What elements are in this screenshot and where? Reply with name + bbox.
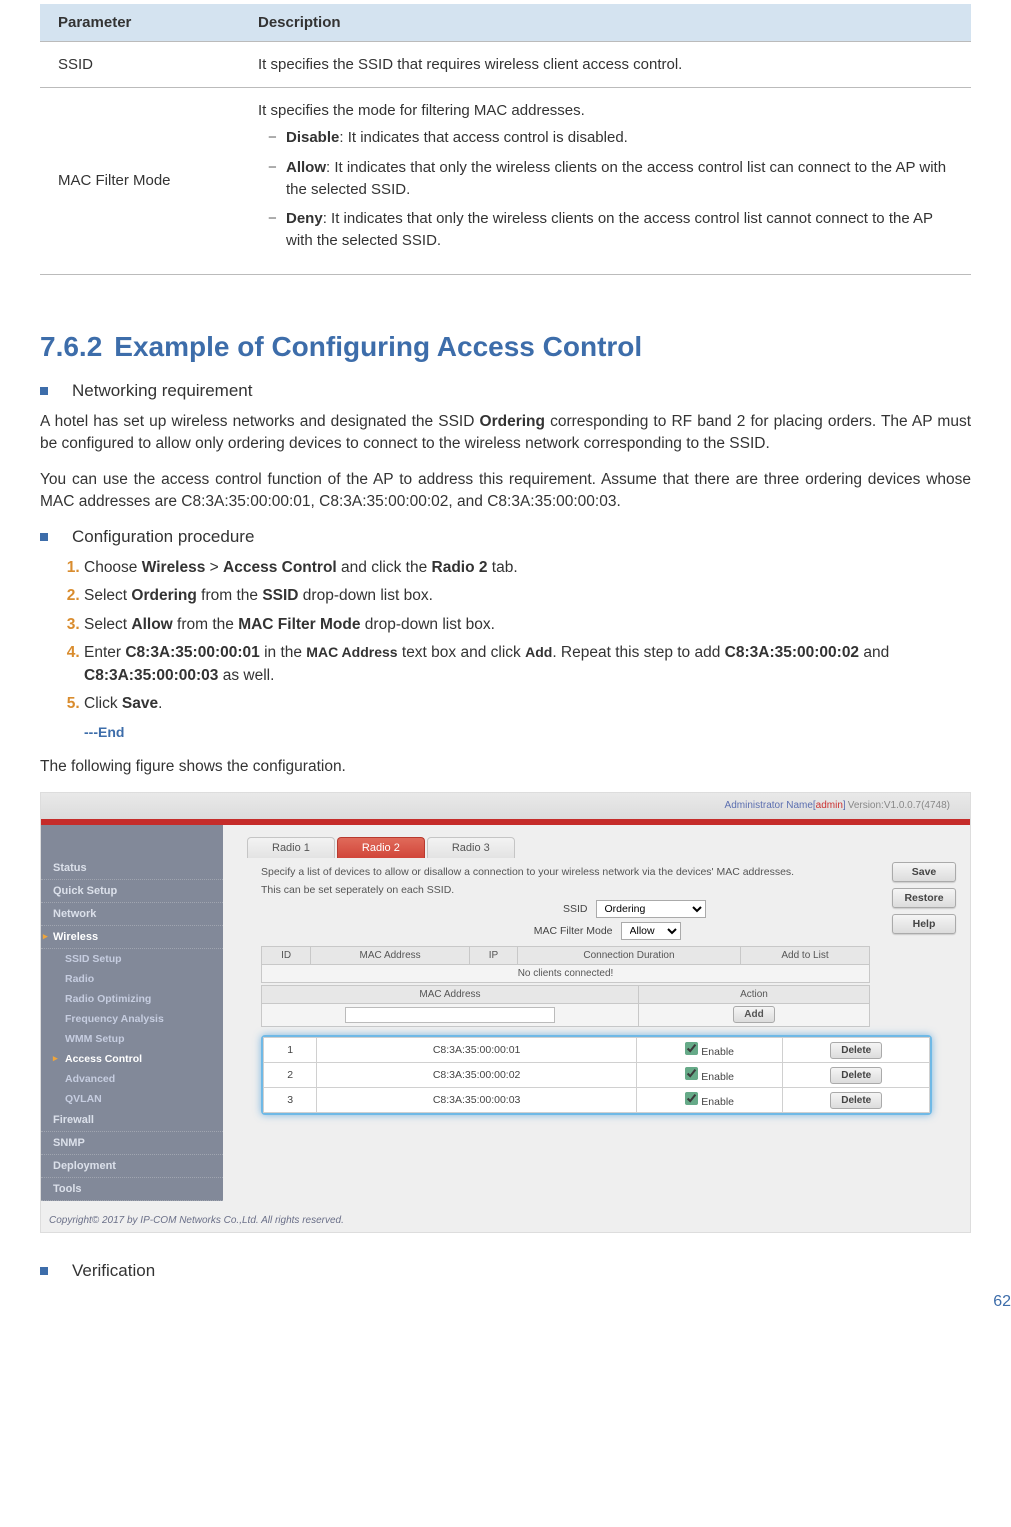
- mac-filter-mode-select[interactable]: Allow: [621, 922, 681, 940]
- config-screenshot: Administrator Name[admin]Version:V1.0.0.…: [40, 792, 971, 1233]
- page-number: 62: [993, 1293, 1011, 1311]
- cell-desc: It specifies the SSID that requires wire…: [240, 42, 971, 88]
- delete-button[interactable]: Delete: [830, 1042, 882, 1059]
- tab-radio-3[interactable]: Radio 3: [427, 837, 515, 858]
- th-add-to-list: Add to List: [740, 946, 869, 964]
- cell-param: MAC Filter Mode: [40, 88, 240, 275]
- tab-radio-2[interactable]: Radio 2: [337, 837, 425, 858]
- ui-header-bar: Administrator Name[admin]Version:V1.0.0.…: [41, 793, 970, 819]
- th-mac-address: MAC Address: [262, 985, 639, 1003]
- sidebar-item-ssid-setup[interactable]: SSID Setup: [41, 949, 223, 969]
- sidebar-item-network[interactable]: Network: [41, 903, 223, 926]
- table-row: 3 C8:3A:35:00:00:03 Enable Delete: [264, 1087, 930, 1112]
- sidebar-item-access-control[interactable]: Access Control: [41, 1049, 223, 1069]
- table-row: 2 C8:3A:35:00:00:02 Enable Delete: [264, 1062, 930, 1087]
- ssid-select[interactable]: Ordering: [596, 900, 706, 918]
- sidebar-item-tools[interactable]: Tools: [41, 1178, 223, 1201]
- mode-list: Disable: It indicates that access contro…: [258, 127, 953, 252]
- square-bullet-icon: [40, 387, 48, 395]
- panel-description: Specify a list of devices to allow or di…: [261, 866, 956, 878]
- section-number: 7.6.2: [40, 331, 102, 362]
- list-item: Allow: It indicates that only the wirele…: [286, 157, 953, 201]
- action-buttons: Save Restore Help: [892, 862, 956, 934]
- mac-list-table: 1 C8:3A:35:00:00:01 Enable Delete 2 C8:3…: [263, 1037, 930, 1113]
- sidebar-item-wmm-setup[interactable]: WMM Setup: [41, 1029, 223, 1049]
- list-item: Deny: It indicates that only the wireles…: [286, 208, 953, 252]
- step: Choose Wireless > Access Control and cli…: [84, 557, 971, 579]
- sidebar-item-radio-optimizing[interactable]: Radio Optimizing: [41, 989, 223, 1009]
- th-parameter: Parameter: [40, 4, 240, 42]
- no-clients-message: No clients connected!: [262, 964, 870, 982]
- table-row: SSID It specifies the SSID that requires…: [40, 42, 971, 88]
- step: Enter C8:3A:35:00:00:01 in the MAC Addre…: [84, 642, 971, 687]
- save-button[interactable]: Save: [892, 862, 956, 882]
- subhead-verification: Verification: [40, 1261, 971, 1281]
- table-row: 1 C8:3A:35:00:00:01 Enable Delete: [264, 1037, 930, 1062]
- square-bullet-icon: [40, 533, 48, 541]
- parameter-table: Parameter Description SSID It specifies …: [40, 4, 971, 275]
- list-item: Disable: It indicates that access contro…: [286, 127, 953, 149]
- step: Click Save.: [84, 693, 971, 715]
- enable-checkbox[interactable]: [685, 1067, 698, 1080]
- paragraph: You can use the access control function …: [40, 469, 971, 513]
- subhead-procedure: Configuration procedure: [40, 527, 971, 547]
- sidebar-item-firewall[interactable]: Firewall: [41, 1109, 223, 1132]
- sidebar-item-qvlan[interactable]: QVLAN: [41, 1089, 223, 1109]
- mac-input-cell: [262, 1003, 639, 1026]
- mac-address-input[interactable]: [345, 1007, 555, 1023]
- sidebar-item-frequency-analysis[interactable]: Frequency Analysis: [41, 1009, 223, 1029]
- mode-label: MAC Filter Mode: [513, 925, 613, 937]
- desc-intro: It specifies the mode for filtering MAC …: [258, 102, 585, 119]
- th-id: ID: [262, 946, 311, 964]
- end-marker: ---End: [84, 724, 971, 740]
- th-description: Description: [240, 4, 971, 42]
- delete-button[interactable]: Delete: [830, 1067, 882, 1084]
- mac-header-table: MAC Address Action Add: [261, 985, 870, 1027]
- sidebar-item-wireless[interactable]: Wireless: [41, 926, 223, 949]
- table-row: MAC Filter Mode It specifies the mode fo…: [40, 88, 971, 275]
- paragraph: A hotel has set up wireless networks and…: [40, 411, 971, 455]
- mac-list-highlight: 1 C8:3A:35:00:00:01 Enable Delete 2 C8:3…: [261, 1035, 932, 1115]
- enable-checkbox[interactable]: [685, 1042, 698, 1055]
- delete-button[interactable]: Delete: [830, 1092, 882, 1109]
- copyright-footer: Copyright© 2017 by IP-COM Networks Co.,L…: [41, 1201, 970, 1232]
- add-button[interactable]: Add: [733, 1006, 774, 1023]
- tab-radio-1[interactable]: Radio 1: [247, 837, 335, 858]
- ssid-label: SSID: [488, 903, 588, 915]
- section-title: Example of Configuring Access Control: [114, 331, 642, 362]
- enable-checkbox[interactable]: [685, 1092, 698, 1105]
- th-action: Action: [638, 985, 869, 1003]
- subhead-networking: Networking requirement: [40, 381, 971, 401]
- cell-param: SSID: [40, 42, 240, 88]
- step: Select Ordering from the SSID drop-down …: [84, 585, 971, 607]
- clients-table: ID MAC Address IP Connection Duration Ad…: [261, 946, 870, 983]
- restore-button[interactable]: Restore: [892, 888, 956, 908]
- panel-description: This can be set seperately on each SSID.: [261, 884, 956, 896]
- square-bullet-icon: [40, 1267, 48, 1275]
- help-button[interactable]: Help: [892, 914, 956, 934]
- sidebar-item-status[interactable]: Status: [41, 857, 223, 880]
- step: Select Allow from the MAC Filter Mode dr…: [84, 614, 971, 636]
- sidebar-item-advanced[interactable]: Advanced: [41, 1069, 223, 1089]
- section-heading: 7.6.2 Example of Configuring Access Contr…: [40, 331, 971, 363]
- steps-list: Choose Wireless > Access Control and cli…: [60, 557, 971, 716]
- paragraph: The following figure shows the configura…: [40, 756, 971, 778]
- sidebar: Status Quick Setup Network Wireless SSID…: [41, 825, 223, 1201]
- th-ip: IP: [469, 946, 517, 964]
- sidebar-item-radio[interactable]: Radio: [41, 969, 223, 989]
- sidebar-item-quick-setup[interactable]: Quick Setup: [41, 880, 223, 903]
- sidebar-item-deployment[interactable]: Deployment: [41, 1155, 223, 1178]
- th-duration: Connection Duration: [517, 946, 740, 964]
- sidebar-item-snmp[interactable]: SNMP: [41, 1132, 223, 1155]
- main-panel: Radio 1 Radio 2 Radio 3 Save Restore Hel…: [223, 825, 970, 1201]
- radio-tabs: Radio 1 Radio 2 Radio 3: [247, 837, 970, 858]
- cell-desc: It specifies the mode for filtering MAC …: [240, 88, 971, 275]
- th-mac: MAC Address: [311, 946, 470, 964]
